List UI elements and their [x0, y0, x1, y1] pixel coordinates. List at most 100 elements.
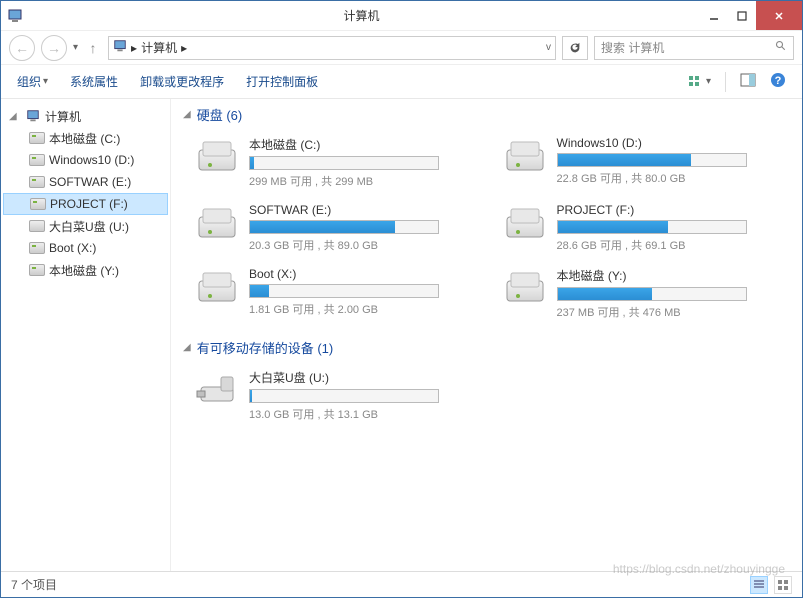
sidebar-item-label: SOFTWAR (E:): [49, 175, 131, 189]
hard-drive-icon: [29, 132, 45, 144]
drive-name: 本地磁盘 (C:): [249, 136, 483, 153]
drive-usage-bar: [249, 156, 439, 170]
drive-name: Windows10 (D:): [557, 136, 791, 150]
sidebar-item-4[interactable]: 大白菜U盘 (U:): [1, 215, 170, 237]
drive-name: 大白菜U盘 (U:): [249, 369, 483, 386]
drive-tile[interactable]: SOFTWAR (E:) 20.3 GB 可用 , 共 89.0 GB: [195, 199, 483, 263]
toolbar: 组织 ▾ 系统属性 卸载或更改程序 打开控制面板 ▾ ?: [1, 65, 802, 99]
hard-drive-icon: [195, 267, 239, 307]
navbar: ← → ▾ ↑ ▸ 计算机 ▸ v 搜索 计算机: [1, 31, 802, 65]
drive-stats: 20.3 GB 可用 , 共 89.0 GB: [249, 237, 483, 253]
drive-tile[interactable]: 大白菜U盘 (U:) 13.0 GB 可用 , 共 13.1 GB: [195, 365, 483, 432]
forward-button[interactable]: →: [41, 35, 67, 61]
content-area: ◢ 硬盘 (6) 本地磁盘 (C:) 299 MB 可用 , 共 299 MB Wind…: [171, 99, 802, 571]
maximize-button[interactable]: [728, 1, 756, 30]
group-title: 硬盘 (6): [197, 105, 243, 124]
sidebar-root-label: 计算机: [45, 108, 81, 125]
drive-name: PROJECT (F:): [557, 203, 791, 217]
sidebar-item-label: 大白菜U盘 (U:): [49, 218, 129, 235]
sidebar-item-2[interactable]: SOFTWAR (E:): [1, 171, 170, 193]
drive-usage-bar: [249, 220, 439, 234]
address-dropdown[interactable]: v: [546, 42, 551, 53]
hard-drive-icon: [503, 267, 547, 307]
breadcrumb[interactable]: 计算机: [141, 39, 177, 56]
computer-icon: [25, 109, 41, 123]
hard-drive-icon: [29, 154, 45, 166]
sidebar-item-1[interactable]: Windows10 (D:): [1, 149, 170, 171]
preview-pane-button[interactable]: [740, 72, 756, 91]
hard-drive-icon: [503, 203, 547, 243]
system-properties-button[interactable]: 系统属性: [70, 73, 118, 90]
breadcrumb-separator: ▸: [131, 41, 137, 55]
drive-tile[interactable]: Boot (X:)1.81 GB 可用 , 共 2.00 GB: [195, 263, 483, 330]
search-placeholder: 搜索 计算机: [601, 39, 664, 56]
sidebar-item-6[interactable]: 本地磁盘 (Y:): [1, 259, 170, 281]
addressbar-icon: [113, 39, 127, 56]
sidebar-item-label: Boot (X:): [49, 241, 96, 255]
sidebar-item-3[interactable]: PROJECT (F:): [3, 193, 168, 215]
back-button[interactable]: ←: [9, 35, 35, 61]
close-button[interactable]: [756, 1, 802, 30]
sidebar-item-0[interactable]: 本地磁盘 (C:): [1, 127, 170, 149]
drive-tile[interactable]: PROJECT (F:) 28.6 GB 可用 , 共 69.1 GB: [503, 199, 791, 263]
hard-drive-icon: [29, 242, 45, 254]
drive-usage-bar: [249, 284, 439, 298]
drive-usage-bar: [557, 220, 747, 234]
history-dropdown[interactable]: ▾: [73, 42, 78, 53]
drive-stats: 299 MB 可用 , 共 299 MB: [249, 173, 483, 189]
details-view-button[interactable]: [750, 576, 768, 594]
usb-drive-icon: [195, 369, 239, 409]
hard-drive-icon: [29, 176, 45, 188]
app-icon: [7, 8, 23, 24]
window-controls: [700, 1, 802, 30]
control-panel-button[interactable]: 打开控制面板: [246, 73, 318, 90]
sidebar-item-label: 本地磁盘 (C:): [49, 130, 120, 147]
view-options-button[interactable]: ▾: [688, 74, 711, 90]
drive-stats: 22.8 GB 可用 , 共 80.0 GB: [557, 170, 791, 186]
drive-stats: 237 MB 可用 , 共 476 MB: [557, 304, 791, 320]
address-bar[interactable]: ▸ 计算机 ▸ v: [108, 36, 556, 60]
sidebar-item-5[interactable]: Boot (X:): [1, 237, 170, 259]
minimize-button[interactable]: [700, 1, 728, 30]
sidebar-item-label: Windows10 (D:): [49, 153, 134, 167]
sidebar-root-computer[interactable]: ◢ 计算机: [1, 105, 170, 127]
search-input[interactable]: 搜索 计算机: [594, 36, 794, 60]
organize-menu[interactable]: 组织 ▾: [17, 73, 48, 90]
svg-text:?: ?: [775, 75, 782, 87]
group-header[interactable]: ◢有可移动存储的设备 (1): [183, 338, 790, 357]
hard-drive-icon: [195, 203, 239, 243]
watermark: https://blog.csdn.net/zhouyingge: [613, 562, 785, 576]
drive-usage-bar: [557, 153, 747, 167]
uninstall-button[interactable]: 卸载或更改程序: [140, 73, 224, 90]
drive-name: 本地磁盘 (Y:): [557, 267, 791, 284]
chevron-down-icon: ◢: [183, 109, 191, 120]
sidebar-item-label: PROJECT (F:): [50, 197, 128, 211]
hard-drive-icon: [30, 198, 46, 210]
search-icon: [775, 40, 787, 55]
titlebar: 计算机: [1, 1, 802, 31]
hard-drive-icon: [29, 264, 45, 276]
drive-stats: 28.6 GB 可用 , 共 69.1 GB: [557, 237, 791, 253]
status-text: 7 个项目: [11, 576, 57, 593]
up-button[interactable]: ↑: [84, 40, 102, 56]
group-header[interactable]: ◢ 硬盘 (6): [183, 105, 790, 124]
drive-name: SOFTWAR (E:): [249, 203, 483, 217]
refresh-button[interactable]: [562, 36, 588, 60]
sidebar-item-label: 本地磁盘 (Y:): [49, 262, 119, 279]
hard-drive-icon: [503, 136, 547, 176]
drive-usage-bar: [249, 389, 439, 403]
drive-stats: 1.81 GB 可用 , 共 2.00 GB: [249, 301, 483, 317]
chevron-down-icon[interactable]: ◢: [9, 111, 21, 122]
help-button[interactable]: ?: [770, 72, 786, 91]
sidebar: ◢ 计算机 本地磁盘 (C:) Windows10 (D:) SOFTWAR (E:…: [1, 99, 171, 571]
usb-drive-icon: [29, 220, 45, 232]
drive-usage-bar: [557, 287, 747, 301]
drive-tile[interactable]: Windows10 (D:) 22.8 GB 可用 , 共 80.0 GB: [503, 132, 791, 199]
drive-stats: 13.0 GB 可用 , 共 13.1 GB: [249, 406, 483, 422]
tiles-view-button[interactable]: [774, 576, 792, 594]
drive-tile[interactable]: 本地磁盘 (Y:) 237 MB 可用 , 共 476 MB: [503, 263, 791, 330]
breadcrumb-separator: ▸: [181, 41, 187, 55]
window-title: 计算机: [23, 7, 700, 24]
chevron-down-icon: ◢: [183, 342, 191, 353]
drive-tile[interactable]: 本地磁盘 (C:) 299 MB 可用 , 共 299 MB: [195, 132, 483, 199]
